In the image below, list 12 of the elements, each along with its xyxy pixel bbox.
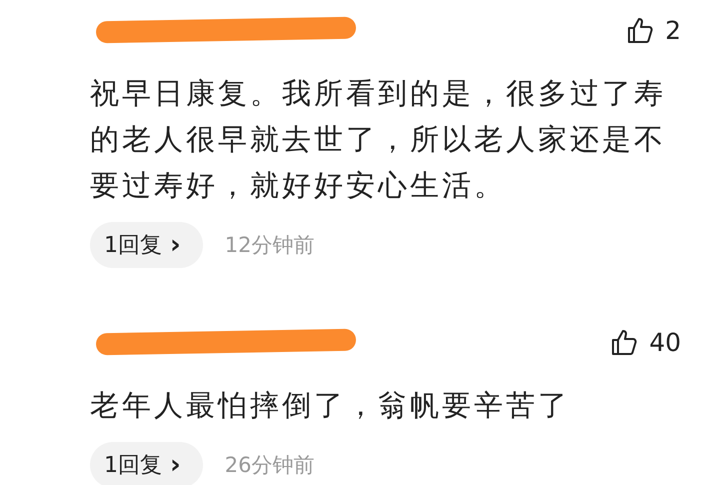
timestamp: 12分钟前 xyxy=(224,232,314,259)
replies-button[interactable]: 1回复 › xyxy=(90,222,203,268)
comment-text: 老年人最怕摔倒了，翁帆要辛苦了 xyxy=(90,387,571,424)
chevron-icon: › xyxy=(170,230,181,260)
comment-text: 祝早日康复。我所看到的是，很多过了寿的老人很早就去世了，所以老人家还是不要过寿好，就好好安心生活。 xyxy=(90,75,667,204)
timestamp: 26分钟前 xyxy=(224,452,314,479)
replies-button[interactable]: 1回复 › xyxy=(90,442,203,485)
thumbs-up-icon[interactable] xyxy=(627,16,654,44)
like-count: 40 xyxy=(649,328,681,356)
chevron-icon: › xyxy=(170,450,181,480)
like-count: 2 xyxy=(665,16,681,44)
thumbs-up-icon[interactable] xyxy=(611,328,638,356)
